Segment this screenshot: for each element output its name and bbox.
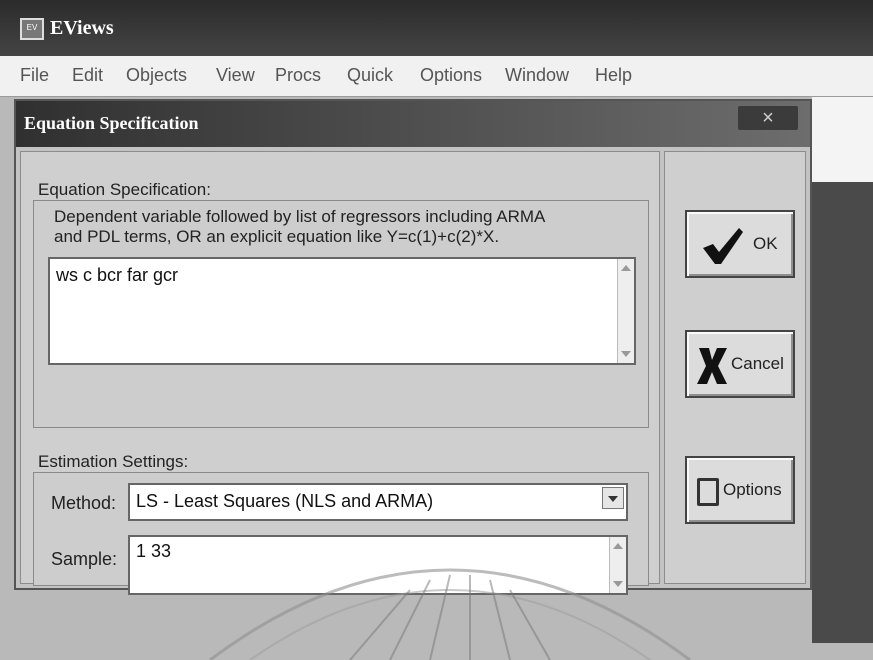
scroll-up-icon[interactable]: [613, 543, 623, 549]
eviews-app-icon[interactable]: EV: [20, 18, 44, 40]
menu-view[interactable]: View: [216, 65, 255, 86]
estimation-group-label: Estimation Settings:: [38, 452, 189, 471]
equation-specification-dialog: Equation Specification × Equation Specif…: [14, 99, 812, 595]
method-dropdown-button[interactable]: [602, 487, 624, 509]
dialog-titlebar: Equation Specification ×: [16, 101, 810, 147]
equation-input-value: ws c bcr far gcr: [56, 265, 179, 285]
sample-label: Sample:: [51, 549, 118, 569]
dialog-title: Equation Specification: [24, 113, 199, 133]
equation-description: Dependent variable followed by list of r…: [54, 207, 644, 247]
dialog-button-panel: OK Cancel Options: [664, 151, 806, 584]
cancel-button-label: Cancel: [731, 354, 784, 373]
method-select[interactable]: LS - Least Squares (NLS and ARMA): [128, 483, 628, 521]
menu-procs[interactable]: Procs: [275, 65, 321, 86]
scroll-up-icon[interactable]: [621, 265, 631, 271]
dialog-main-panel: Equation Specification: Dependent variab…: [20, 151, 660, 595]
description-line-1: Dependent variable followed by list of r…: [54, 207, 546, 226]
chevron-down-icon: [608, 496, 618, 502]
cancel-button[interactable]: Cancel: [685, 330, 795, 398]
method-label: Method:: [51, 493, 117, 513]
checkmark-icon: [703, 228, 743, 264]
sample-scrollbar[interactable]: [609, 537, 626, 593]
equation-scrollbar[interactable]: [617, 259, 634, 363]
workspace-area: [812, 97, 873, 182]
equation-groupbox: Dependent variable followed by list of r…: [33, 200, 649, 428]
menu-bar: File Edit Objects View Procs Quick Optio…: [0, 56, 873, 97]
app-title: EViews: [50, 17, 114, 39]
ok-button-label: OK: [753, 234, 778, 253]
workspace-dark-area: [812, 182, 873, 643]
description-line-2: and PDL terms, OR an explicit equation l…: [54, 227, 500, 246]
close-button[interactable]: ×: [738, 106, 798, 130]
options-button[interactable]: Options: [685, 456, 795, 524]
estimation-groupbox: Method: LS - Least Squares (NLS and ARMA…: [33, 472, 649, 595]
scroll-down-icon[interactable]: [621, 351, 631, 357]
x-icon: [697, 348, 727, 384]
menu-objects[interactable]: Objects: [126, 65, 187, 86]
menu-quick[interactable]: Quick: [347, 65, 393, 86]
ok-button[interactable]: OK: [685, 210, 795, 278]
menu-options[interactable]: Options: [420, 65, 482, 86]
sample-input[interactable]: 1 33: [128, 535, 628, 595]
options-icon: [697, 478, 719, 506]
app-titlebar: EV EViews: [0, 0, 873, 56]
sample-input-value: 1 33: [136, 541, 172, 561]
options-button-label: Options: [723, 480, 782, 499]
method-select-value: LS - Least Squares (NLS and ARMA): [136, 491, 434, 511]
equation-group-label: Equation Specification:: [38, 180, 211, 199]
menu-edit[interactable]: Edit: [72, 65, 103, 86]
scroll-down-icon[interactable]: [613, 581, 623, 587]
equation-input[interactable]: ws c bcr far gcr: [48, 257, 636, 365]
menu-window[interactable]: Window: [505, 65, 569, 86]
menu-file[interactable]: File: [20, 65, 49, 86]
menu-help[interactable]: Help: [595, 65, 632, 86]
